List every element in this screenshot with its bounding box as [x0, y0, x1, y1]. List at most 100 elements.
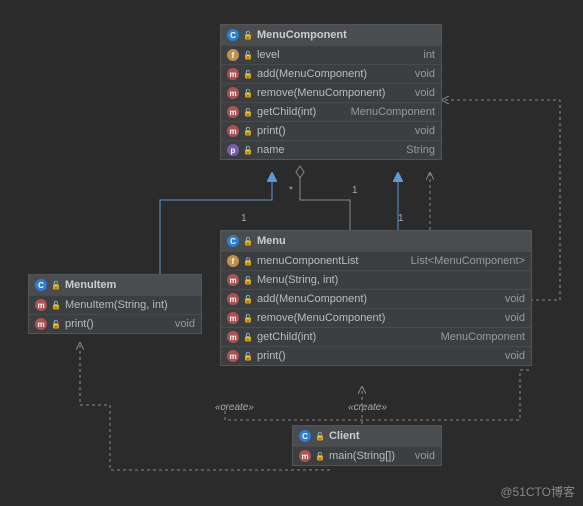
unlock-icon: 🔓	[243, 276, 253, 285]
method-icon: m	[227, 125, 239, 137]
create-label-1: «create»	[215, 402, 254, 413]
member-type: void	[505, 293, 525, 305]
member-type: int	[423, 49, 435, 61]
unlock-icon: 🔓	[51, 301, 61, 310]
unlock-icon: 🔓	[51, 320, 61, 329]
member-type: void	[175, 318, 195, 330]
class-header: C 🔓 Client	[293, 426, 441, 446]
method-icon: m	[227, 68, 239, 80]
multiplicity-star: *	[289, 185, 293, 196]
member-row[interactable]: m🔓print()void	[221, 121, 441, 140]
method-icon: m	[227, 274, 239, 286]
member-name: Menu(String, int)	[257, 274, 338, 286]
member-type: void	[415, 125, 435, 137]
class-menu[interactable]: C 🔓 Menu f 🔒 menuComponentList List<MenuCom…	[220, 230, 532, 366]
class-name: MenuComponent	[257, 29, 347, 41]
unlock-icon: 🔓	[243, 89, 253, 98]
member-type: void	[415, 87, 435, 99]
member-row[interactable]: f 🔒 menuComponentList List<MenuComponent>	[221, 251, 531, 270]
class-icon: C	[227, 29, 239, 41]
member-name: name	[257, 144, 285, 156]
class-name: MenuItem	[65, 279, 116, 291]
member-row[interactable]: m🔓MenuItem(String, int)	[29, 295, 201, 314]
class-name: Menu	[257, 235, 286, 247]
member-type: void	[505, 350, 525, 362]
watermark: @51CTO博客	[500, 483, 575, 500]
member-type: MenuComponent	[441, 331, 525, 343]
member-row[interactable]: p 🔓 name String	[221, 140, 441, 159]
member-type: List<MenuComponent>	[411, 255, 525, 267]
member-type: void	[505, 312, 525, 324]
lock-icon: 🔓	[243, 237, 253, 246]
class-name: Client	[329, 430, 360, 442]
lock-icon: 🔓	[315, 432, 325, 441]
member-type: MenuComponent	[351, 106, 435, 118]
member-name: print()	[65, 318, 94, 330]
member-name: getChild(int)	[257, 106, 316, 118]
class-header: C 🔓 MenuComponent	[221, 25, 441, 45]
member-row[interactable]: m 🔓 remove(MenuComponent) void	[221, 83, 441, 102]
method-icon: m	[35, 318, 47, 330]
class-icon: C	[227, 235, 239, 247]
field-icon: f	[227, 49, 239, 61]
member-list: f 🔓 level int m 🔓 add(MenuComponent) void m 🔓 remo…	[221, 45, 441, 159]
class-icon: C	[299, 430, 311, 442]
member-list: f 🔒 menuComponentList List<MenuComponent> m 🔓…	[221, 251, 531, 365]
member-name: MenuItem(String, int)	[65, 299, 168, 311]
unlock-icon: 🔓	[243, 108, 253, 117]
class-header: C 🔓 MenuItem	[29, 275, 201, 295]
member-name: remove(MenuComponent)	[257, 87, 385, 99]
member-row[interactable]: m 🔓 add(MenuComponent) void	[221, 64, 441, 83]
member-row[interactable]: m 🔓 remove(MenuComponent) void	[221, 308, 531, 327]
method-icon: m	[299, 450, 311, 462]
class-client[interactable]: C 🔓 Client m 🔓 main(String[]) void	[292, 425, 442, 466]
method-icon: m	[227, 350, 239, 362]
class-menu-item[interactable]: C 🔓 MenuItem m 🔓 MenuItem(String, int) m 🔓 pr…	[28, 274, 202, 334]
class-menu-component[interactable]: C 🔓 MenuComponent f 🔓 level int m 🔓 add(MenuCo…	[220, 24, 442, 160]
member-name: main(String[])	[329, 450, 395, 462]
member-name: add(MenuComponent)	[257, 293, 367, 305]
unlock-icon: 🔓	[243, 314, 253, 323]
create-label-2: «create»	[348, 402, 387, 413]
member-name: add(MenuComponent)	[257, 68, 367, 80]
member-name: print()	[257, 350, 286, 362]
method-icon: m	[227, 293, 239, 305]
multiplicity-1b: 1	[352, 185, 358, 196]
member-list: m🔓main(String[])void	[293, 446, 441, 465]
member-name: print()	[257, 125, 286, 137]
member-row[interactable]: m 🔓 getChild(int) MenuComponent	[221, 327, 531, 346]
member-row[interactable]: m 🔓 add(MenuComponent) void	[221, 289, 531, 308]
member-name: menuComponentList	[257, 255, 359, 267]
multiplicity-1c: 1	[398, 213, 404, 224]
unlock-icon: 🔓	[243, 333, 253, 342]
field-icon: f	[227, 255, 239, 267]
member-row[interactable]: m 🔓 getChild(int) MenuComponent	[221, 102, 441, 121]
member-row[interactable]: m 🔓 print() void	[221, 346, 531, 365]
lock-icon: 🔓	[51, 281, 61, 290]
member-row[interactable]: m 🔓 print() void	[29, 314, 201, 333]
lock-icon: 🔓	[243, 31, 253, 40]
member-list: m 🔓 MenuItem(String, int) m 🔓 print() void	[29, 295, 201, 333]
member-row[interactable]: m 🔓 Menu(String, int)	[221, 270, 531, 289]
unlock-icon: 🔓	[243, 51, 253, 60]
member-name: level	[257, 49, 280, 61]
method-icon: m	[227, 87, 239, 99]
property-icon: p	[227, 144, 239, 156]
multiplicity-1: 1	[241, 213, 247, 224]
member-row[interactable]: f 🔓 level int	[221, 45, 441, 64]
member-type: void	[415, 68, 435, 80]
member-row[interactable]: m🔓main(String[])void	[293, 446, 441, 465]
unlock-icon: 🔓	[243, 352, 253, 361]
class-icon: C	[35, 279, 47, 291]
member-name: getChild(int)	[257, 331, 316, 343]
member-name: remove(MenuComponent)	[257, 312, 385, 324]
method-icon: m	[227, 331, 239, 343]
unlock-icon: 🔓	[243, 70, 253, 79]
method-icon: m	[227, 312, 239, 324]
unlock-icon: 🔓	[243, 146, 253, 155]
unlock-icon: 🔓	[243, 295, 253, 304]
lock-icon: 🔒	[243, 257, 253, 266]
method-icon: m	[227, 106, 239, 118]
member-type: String	[406, 144, 435, 156]
member-type: void	[415, 450, 435, 462]
